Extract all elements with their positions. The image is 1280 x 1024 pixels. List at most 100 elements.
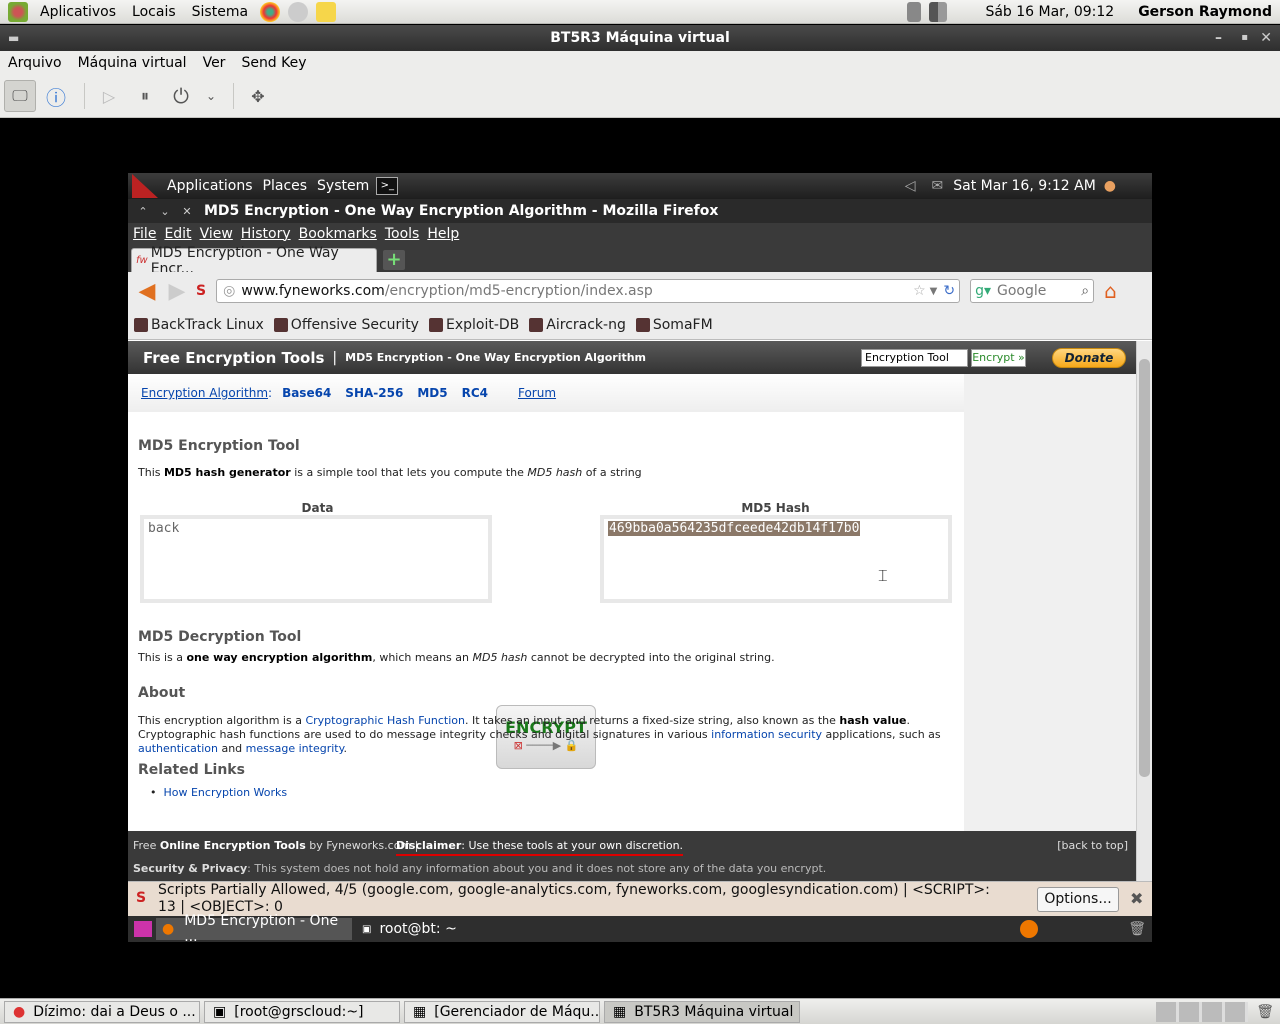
chevron-down-icon[interactable]: ⌄ [201, 80, 221, 112]
noscript-options-button[interactable]: Options... [1037, 887, 1119, 912]
network-icon[interactable] [929, 1, 948, 22]
backtrack-logo-icon[interactable] [132, 174, 158, 198]
host-clock[interactable]: Sáb 16 Mar, 09:12 [977, 0, 1122, 24]
bookmark-backtrack[interactable]: BackTrack Linux [134, 317, 264, 333]
noscript-close-icon[interactable]: ✖ [1130, 889, 1143, 908]
tab-md5[interactable]: fw MD5 Encryption - One Way Encr... [131, 245, 377, 277]
guest-menu-system[interactable]: System [312, 178, 374, 194]
power-icon[interactable]: ⏻ [165, 80, 197, 112]
window-down-icon[interactable]: ⌄ [154, 205, 176, 218]
history-dropdown-icon[interactable]: ▼ [930, 286, 938, 297]
host-task-vbox-manager[interactable]: ▦ [Gerenciador de Máqu... [404, 1000, 600, 1023]
mail-icon[interactable]: ✉ [932, 178, 944, 194]
link-authentication[interactable]: authentication [138, 742, 218, 755]
site-encrypt-link[interactable]: Encrypt » [971, 349, 1026, 367]
scrollbar-thumb[interactable] [1139, 359, 1150, 777]
link-info-security[interactable]: information security [711, 728, 822, 741]
google-engine-icon[interactable]: g▾ [975, 283, 991, 299]
guest-menu-places[interactable]: Places [258, 178, 313, 194]
window-close-icon[interactable]: ✕ [176, 205, 198, 218]
new-tab-icon[interactable]: + [383, 250, 405, 270]
minimize-icon[interactable]: – [1215, 25, 1222, 51]
vbox-menu-arquivo[interactable]: Arquivo [0, 55, 70, 71]
show-desktop-icon[interactable] [134, 921, 152, 937]
host-top-panel: Aplicativos Locais Sistema Sáb 16 Mar, 0… [0, 0, 1280, 24]
ff-menu-history[interactable]: History [237, 226, 295, 242]
workspace-switcher[interactable] [1156, 1001, 1249, 1022]
ff-menu-view[interactable]: View [196, 226, 237, 242]
hash-textarea[interactable]: 469bba0a564235dfceede42db14f17b0 [600, 515, 952, 603]
back-icon[interactable]: ◀ [132, 279, 162, 304]
reload-icon[interactable]: ↻ [943, 283, 955, 299]
host-menu-system[interactable]: Sistema [184, 0, 256, 24]
volume-icon[interactable] [907, 1, 922, 22]
host-trash-icon[interactable]: 🗑 [1256, 1004, 1274, 1020]
play-icon[interactable]: ▷ [93, 80, 125, 112]
link-how-encryption-works[interactable]: How Encryption Works [163, 786, 287, 799]
bookmark-star-icon[interactable]: ☆ [913, 283, 926, 299]
search-icon[interactable]: ⌕ [1081, 283, 1089, 299]
host-task-chrome[interactable]: ● Dízimo: dai a Deus o ... [4, 1000, 200, 1023]
vbox-menu-ver[interactable]: Ver [195, 55, 234, 71]
guest-task-firefox[interactable]: ● MD5 Encryption - One ... [156, 913, 352, 942]
ff-menu-tools[interactable]: Tools [381, 226, 424, 242]
donate-button[interactable]: Donate [1052, 348, 1126, 368]
window-up-icon[interactable]: ⌃ [132, 205, 154, 218]
fullscreen-icon[interactable]: ✥ [242, 80, 274, 112]
pause-icon[interactable]: ⏸ [129, 80, 161, 112]
guest-menu-applications[interactable]: Applications [162, 178, 258, 194]
user-switch-icon[interactable]: ● [1104, 178, 1116, 194]
ff-menu-help[interactable]: Help [423, 226, 463, 242]
tray-firefox-icon[interactable] [1020, 920, 1039, 938]
alg-rc4[interactable]: RC4 [462, 386, 488, 400]
ff-menu-edit[interactable]: Edit [160, 226, 195, 242]
back-to-top-link[interactable]: [back to top] [1057, 839, 1128, 852]
trash-icon[interactable]: 🗑 [1128, 921, 1146, 937]
guest-clock[interactable]: Sat Mar 16, 9:12 AM [953, 178, 1096, 194]
terminal-launcher-icon[interactable]: >_ [376, 177, 399, 195]
page-scrollbar[interactable] [1136, 341, 1152, 881]
bookmark-aircrack[interactable]: Aircrack-ng [529, 317, 626, 333]
alg-sha256[interactable]: SHA-256 [345, 386, 403, 400]
ff-menu-bookmarks[interactable]: Bookmarks [295, 226, 381, 242]
link-crypto-hash[interactable]: Cryptographic Hash Function [305, 714, 465, 727]
site-identity-icon[interactable]: ◎ [223, 283, 235, 299]
alg-md5[interactable]: MD5 [417, 386, 447, 400]
vbox-menu-sendkey[interactable]: Send Key [233, 55, 314, 71]
algorithm-label-link[interactable]: Encryption Algorithm [141, 386, 268, 400]
notes-launcher-icon[interactable] [316, 1, 337, 22]
host-task-terminal[interactable]: ▣ [root@grscloud:~] [204, 1000, 400, 1023]
bookmark-exploitdb[interactable]: Exploit-DB [428, 317, 519, 333]
guest-task-terminal[interactable]: ▣ root@bt: ~ [356, 918, 463, 940]
guest-volume-icon[interactable]: ◁ [905, 178, 916, 194]
settings-launcher-icon[interactable] [288, 1, 309, 22]
firefox-tabstrip: fw MD5 Encryption - One Way Encr... + [128, 245, 1152, 277]
forum-link[interactable]: Forum [518, 386, 556, 400]
site-brand[interactable]: Free Encryption Tools [143, 349, 324, 367]
ff-menu-file[interactable]: File [129, 226, 160, 242]
site-search-input[interactable]: Encryption Tool [861, 349, 968, 367]
bookmark-offsec[interactable]: Offensive Security [273, 317, 419, 333]
link-message-integrity[interactable]: message integrity [246, 742, 344, 755]
maximize-icon[interactable]: ▪ [1241, 25, 1248, 51]
chrome-launcher-icon[interactable] [260, 1, 281, 22]
info-icon[interactable]: ⓘ [40, 80, 72, 112]
close-icon[interactable]: ✕ [1260, 25, 1272, 51]
bookmark-somafm[interactable]: SomaFM [635, 317, 713, 333]
host-user[interactable]: Gerson Raymond [1130, 0, 1280, 24]
display-icon[interactable]: 🖵 [4, 80, 36, 112]
host-menu-places[interactable]: Locais [124, 0, 184, 24]
forward-icon[interactable]: ▶ [162, 279, 192, 304]
home-icon[interactable]: ⌂ [1104, 279, 1117, 303]
window-menu-icon[interactable]: ▬ [8, 25, 19, 51]
search-bar[interactable]: g▾ Google ⌕ [970, 279, 1095, 303]
vbox-menu-maquina[interactable]: Máquina virtual [70, 55, 195, 71]
data-textarea[interactable]: back [140, 515, 492, 603]
alg-base64[interactable]: Base64 [282, 386, 331, 400]
host-task-vbox-vm[interactable]: ▦ BT5R3 Máquina virtual [604, 1000, 800, 1023]
noscript-icon[interactable]: S [196, 283, 206, 299]
url-bar[interactable]: ◎ www.fyneworks.com/encryption/md5-encry… [216, 279, 961, 303]
apps-icon[interactable] [8, 1, 28, 22]
decrypt-description: This is a one way encryption algorithm, … [138, 651, 775, 664]
host-menu-applications[interactable]: Aplicativos [32, 0, 124, 24]
